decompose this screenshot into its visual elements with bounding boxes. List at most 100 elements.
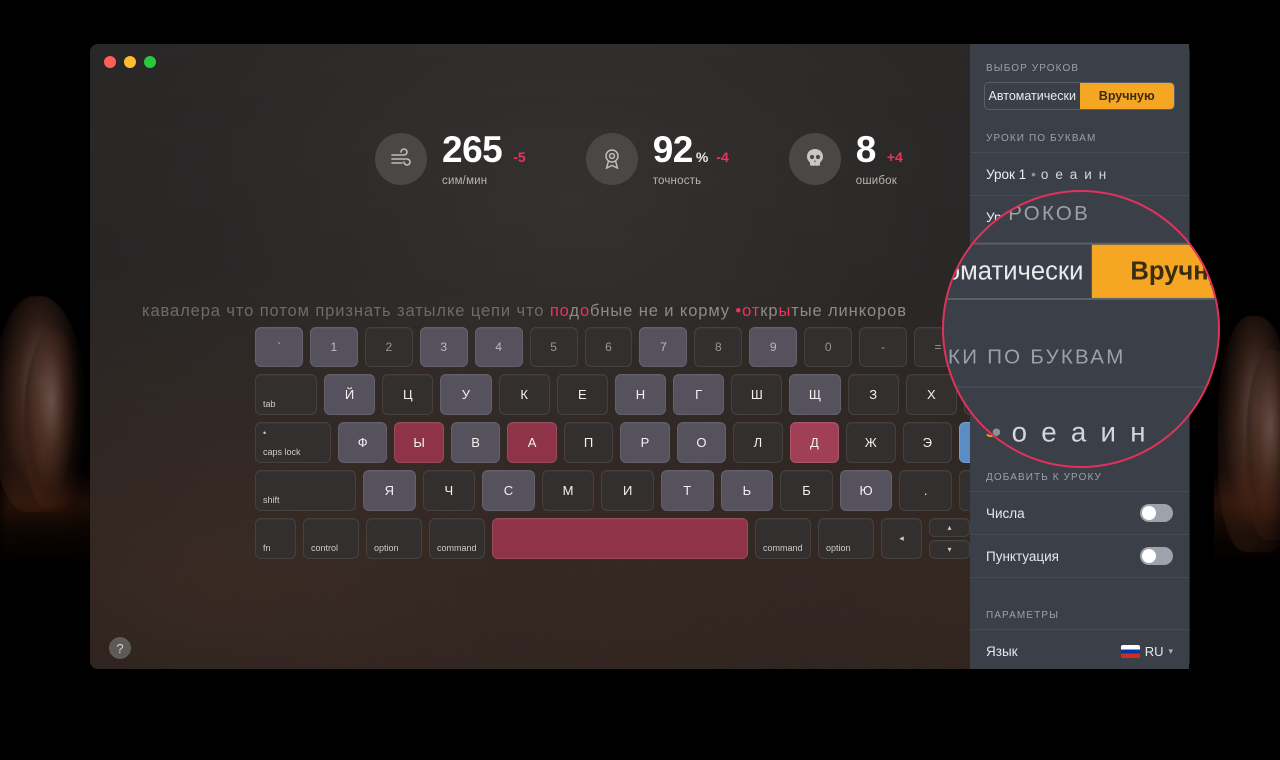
key-с[interactable]: С xyxy=(482,470,535,511)
param-value: RU xyxy=(1144,643,1164,659)
key-м[interactable]: М xyxy=(541,470,595,511)
key-1[interactable]: 1 xyxy=(309,327,358,367)
typing-word: не xyxy=(638,302,659,320)
key-option[interactable]: option xyxy=(366,518,422,559)
key-у[interactable]: У xyxy=(440,374,492,415)
keyboard-row-modifiers: fn control option command command option ◂ ▴ ▾ xyxy=(255,518,1015,559)
key-н[interactable]: Н xyxy=(614,374,667,415)
key-.[interactable]: . xyxy=(899,470,952,511)
lesson-mode-segmented-control[interactable]: АвтоматическиВручную xyxy=(984,82,1175,110)
key-0[interactable]: 0 xyxy=(804,327,853,367)
key-ю[interactable]: Ю xyxy=(839,470,893,511)
key-ж[interactable]: Ж xyxy=(846,422,896,463)
minimize-button[interactable] xyxy=(124,56,136,68)
key-`[interactable]: ` xyxy=(255,327,303,367)
key-й[interactable]: Й xyxy=(324,374,376,415)
key-arrow-down[interactable]: ▾ xyxy=(929,540,970,559)
toggle-switch[interactable] xyxy=(1140,504,1173,522)
key-◂[interactable]: ◂ xyxy=(881,518,922,559)
key-ы[interactable]: Ы xyxy=(394,422,444,463)
key-fn[interactable]: fn xyxy=(255,518,296,559)
segment-option-manual[interactable]: Вручную xyxy=(1090,244,1218,298)
toggle-row-numbers[interactable]: Числа xyxy=(970,491,1189,534)
lesson-item-1[interactable]: Урок 1•о е а и н xyxy=(970,152,1189,195)
key-в[interactable]: В xyxy=(450,422,501,463)
zoom-lens: ВЫБОР УРОКОВ АвтоматическиВручную УРОКИ ПО… xyxy=(942,190,1220,468)
key-arrow-up[interactable]: ▴ xyxy=(929,518,970,537)
key-9[interactable]: 9 xyxy=(749,327,798,367)
key-я[interactable]: Я xyxy=(363,470,416,511)
typing-word: потом xyxy=(259,302,310,320)
typing-word: что xyxy=(226,302,255,320)
key-б[interactable]: Б xyxy=(780,470,833,511)
key-5[interactable]: 5 xyxy=(529,327,578,367)
key-л[interactable]: Л xyxy=(733,422,783,463)
virtual-keyboard[interactable]: `1234567890-= tabЙЦУКЕНГШЩЗХЪ • caps lock ФЫ… xyxy=(255,327,1016,566)
close-button[interactable] xyxy=(104,56,116,68)
key-4[interactable]: 4 xyxy=(474,327,523,367)
lesson-choice-header: ВЫБОР УРОКОВ xyxy=(944,203,1091,227)
key-ч[interactable]: Ч xyxy=(422,470,476,511)
stat-accuracy-value: 92 xyxy=(652,129,694,170)
segment-option-auto[interactable]: Автоматически xyxy=(985,83,1080,109)
param-row-0[interactable]: Язык RU ▾ xyxy=(970,629,1189,669)
key-г[interactable]: Г xyxy=(673,374,725,415)
typing-word: признать xyxy=(315,302,392,320)
key--[interactable]: - xyxy=(859,327,908,367)
caps-indicator: • xyxy=(263,428,267,438)
lessons-header: УРОКИ ПО БУКВАМ xyxy=(944,347,1126,370)
key-е[interactable]: Е xyxy=(556,374,608,415)
key-р[interactable]: Р xyxy=(620,422,670,463)
key-щ[interactable]: Щ xyxy=(789,374,841,415)
toggle-switch[interactable] xyxy=(1140,547,1173,565)
key-3[interactable]: 3 xyxy=(419,327,468,367)
key-ь[interactable]: Ь xyxy=(720,470,774,511)
typing-word: затылке xyxy=(397,302,466,320)
segment-option-manual[interactable]: Вручную xyxy=(1079,83,1174,109)
key-control[interactable]: control xyxy=(303,518,359,559)
help-button[interactable]: ? xyxy=(109,637,131,659)
key-ц[interactable]: Ц xyxy=(382,374,434,415)
typing-word: кавалера xyxy=(142,302,221,320)
key-а[interactable]: А xyxy=(507,422,557,463)
stat-accuracy: 92 % -4 точность xyxy=(585,129,729,187)
key-т[interactable]: Т xyxy=(660,470,714,511)
toggle-row-punctuation[interactable]: Пунктуация xyxy=(970,534,1189,577)
key-space[interactable] xyxy=(492,518,748,559)
lesson-mode-segmented-control[interactable]: АвтоматическиВручную xyxy=(944,242,1218,300)
key-caps-lock[interactable]: • caps lock xyxy=(255,422,331,463)
key-7[interactable]: 7 xyxy=(639,327,688,367)
key-ф[interactable]: Ф xyxy=(338,422,388,463)
param-value-dropdown[interactable]: RU ▾ xyxy=(1120,643,1173,659)
segment-option-auto[interactable]: Автоматически xyxy=(944,244,1091,298)
lesson-item-1[interactable]: Урок 1•о е а и н xyxy=(944,386,1218,466)
arrow-key-cluster[interactable]: ▴ ▾ xyxy=(929,518,970,559)
key-shift[interactable]: shift xyxy=(255,470,356,511)
keyboard-row-numbers: ` 1 2 3 4 5 6 7 8 9 0- = xyxy=(255,327,1015,367)
key-2[interactable]: 2 xyxy=(364,327,413,367)
key-з[interactable]: З xyxy=(847,374,899,415)
key-8[interactable]: 8 xyxy=(694,327,743,367)
key-option[interactable]: option xyxy=(818,518,874,559)
key-ш[interactable]: Ш xyxy=(731,374,783,415)
lesson-item-label: Урок 1•о е а и н xyxy=(944,415,1149,447)
lessons-header: УРОКИ ПО БУКВАМ xyxy=(986,133,1097,144)
key-command[interactable]: command xyxy=(429,518,485,559)
key-о[interactable]: О xyxy=(676,422,727,463)
key-к[interactable]: К xyxy=(498,374,550,415)
window-controls[interactable] xyxy=(104,56,156,68)
toggle-label: Числа xyxy=(986,505,1025,521)
key-6[interactable]: 6 xyxy=(584,327,633,367)
key-и[interactable]: И xyxy=(601,470,654,511)
zoom-button[interactable] xyxy=(144,56,156,68)
keyboard-row-home-letters: • caps lock Ф Ы В А П Р О Л Д Ж Э xyxy=(255,422,1015,463)
stat-speed-delta: -5 xyxy=(513,149,526,165)
stats-bar: 265 -5 сим/мин 92 % -4 точность 8 +4 оши… xyxy=(375,131,903,187)
toggle-label: Пунктуация xyxy=(986,548,1059,564)
key-command[interactable]: command xyxy=(755,518,811,559)
stat-errors-label: ошибок xyxy=(855,175,898,187)
key-д[interactable]: Д xyxy=(789,422,840,463)
key-tab[interactable]: tab xyxy=(255,374,317,415)
keyboard-row-bottom-letters: shift Я Ч С М И Т Ь Б Ю. xyxy=(255,470,1015,511)
key-п[interactable]: П xyxy=(563,422,614,463)
